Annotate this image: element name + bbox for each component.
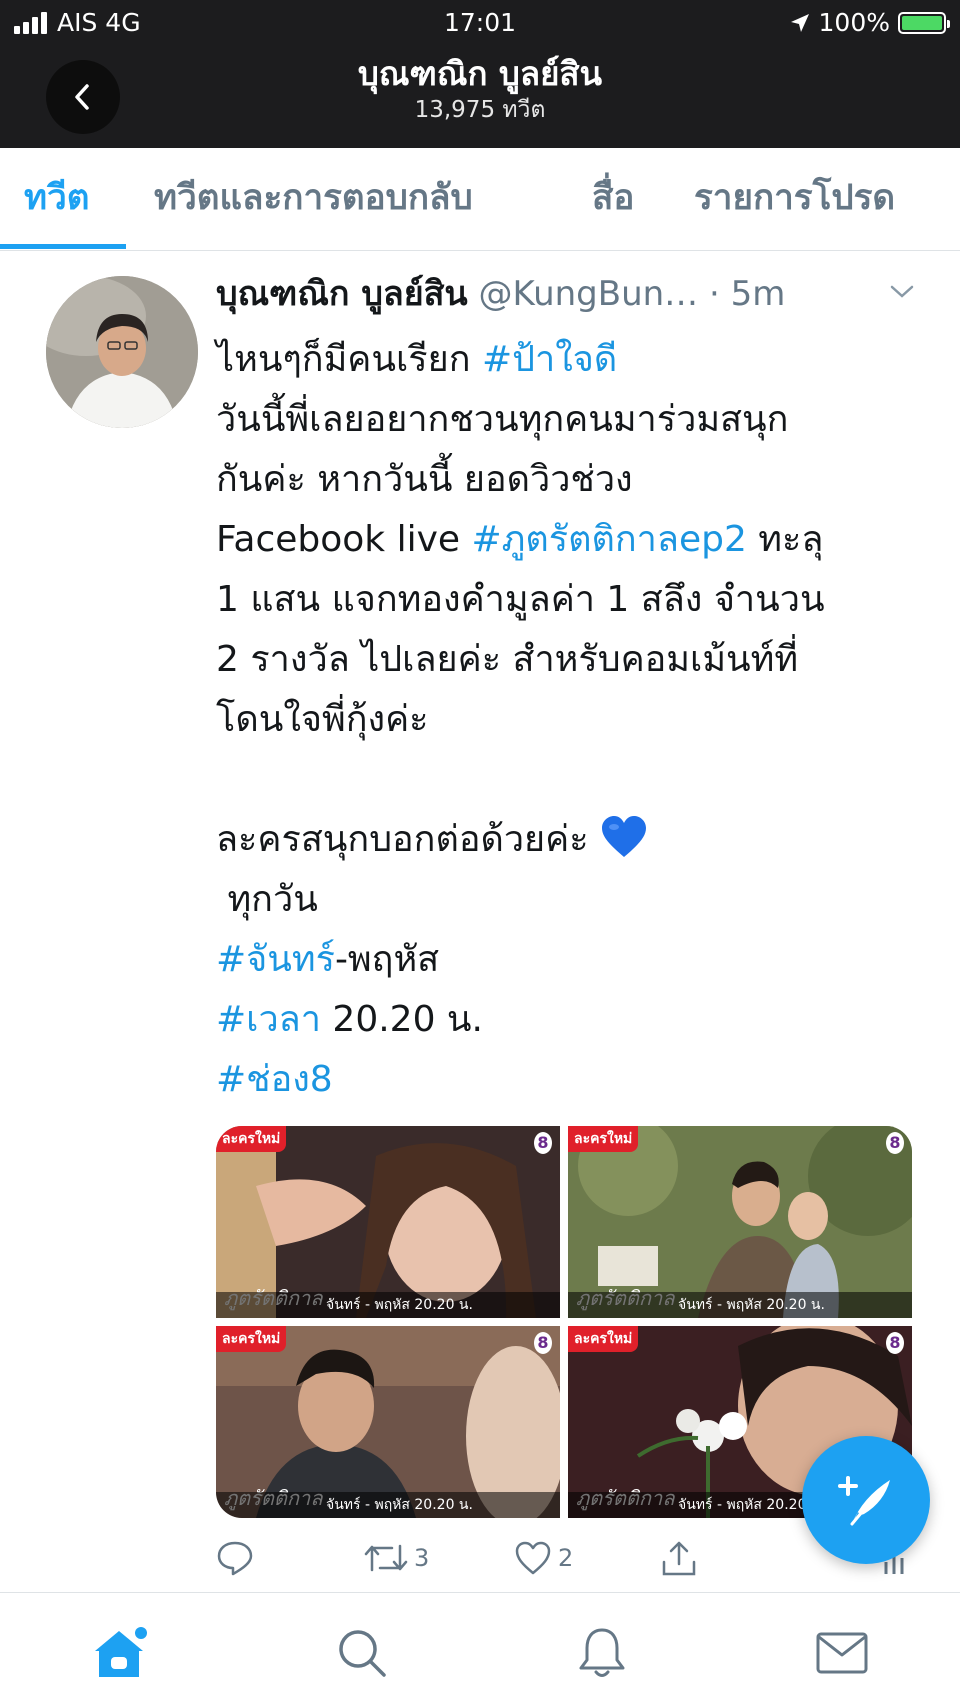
media-caption: จันทร์ - พฤหัส 20.20 น. [568, 1292, 912, 1318]
profile-tabs: ทวีต ทวีตและการตอบกลับ สื่อ รายการโปรด [0, 148, 960, 251]
media-image-2[interactable]: ละครใหม่ 8 ภูตรัตติกาล จันทร์ - พฤหัส 20… [568, 1126, 912, 1318]
location-icon [790, 13, 809, 32]
tweet-text-segment: ละครสนุกบอกต่อด้วยค่ะ [216, 819, 601, 860]
tweet-text-segment: 20.20 น. [320, 999, 483, 1040]
active-tab-indicator [0, 244, 126, 249]
media-image-3[interactable]: ละครใหม่ 8 ภูตรัตติกาล จันทร์ - พฤหัส 20… [216, 1326, 560, 1518]
tweet-author[interactable]: บุณฑณิก บูลย์สิน [216, 274, 468, 314]
media-badge: ละครใหม่ [216, 1126, 287, 1152]
tweet-line: #เวลา 20.20 น. [216, 990, 916, 1050]
avatar[interactable] [46, 276, 198, 428]
tweet-text-segment: ทะลุ [746, 519, 824, 560]
tweet-count: 13,975 ทวีต [414, 97, 546, 123]
tweet-handle[interactable]: @KungBun… [478, 274, 698, 314]
reply-icon [217, 1541, 253, 1576]
tweet-line: โดนใจพี่กุ้งค่ะ [216, 699, 429, 740]
share-button[interactable] [660, 1540, 698, 1578]
tweet-line: วันนี้พี่เลยอยากชวนทุกคนมาร่วมสนุก [216, 399, 789, 440]
tweet-text: ไหนๆก็มีคนเรียก #ป้าใจดีวันนี้พี่เลยอยาก… [216, 330, 916, 1110]
profile-header: AIS 4G 17:01 100% บุณฑณิก บูลย์สิน 13,97… [0, 0, 960, 148]
header-title-block: บุณฑณิก บูลย์สิน 13,975 ทวีต [0, 52, 960, 124]
nav-home[interactable] [90, 1623, 150, 1683]
tweet-line: ละครสนุกบอกต่อด้วยค่ะ [216, 810, 916, 870]
compose-tweet-button[interactable] [802, 1436, 930, 1564]
channel-logo: 8 [534, 1332, 552, 1354]
tab-tweets[interactable]: ทวีต [24, 148, 89, 248]
battery-percent: 100% [818, 8, 890, 37]
channel-logo: 8 [534, 1132, 552, 1154]
tab-tweets-and-replies[interactable]: ทวีตและการตอบกลับ [154, 148, 473, 248]
avatar-photo [46, 276, 198, 428]
hashtag-link[interactable]: #ภูตรัตติกาลep2 [472, 519, 747, 560]
home-icon [95, 1627, 147, 1677]
hashtag-link[interactable]: #เวลา [216, 999, 321, 1040]
tweet-line: 1 แสน แจกทองคำมูลค่า 1 สลึง จำนวน [216, 579, 825, 620]
media-badge: ละครใหม่ [568, 1126, 639, 1152]
reply-button[interactable] [216, 1540, 254, 1576]
bottom-tab-bar [0, 1592, 960, 1708]
battery-icon [898, 11, 950, 34]
like-count: 2 [558, 1544, 574, 1572]
compose-icon [838, 1476, 890, 1526]
retweet-count: 3 [414, 1544, 430, 1572]
page-title: บุณฑณิก บูลย์สิน [357, 54, 603, 93]
tweet-line: #ช่อง8 [216, 1050, 916, 1110]
status-bar: AIS 4G 17:01 100% [0, 0, 960, 46]
retweet-button[interactable]: 3 [364, 1540, 429, 1576]
tweet-text-segment: -พฤหัส [334, 939, 440, 980]
nav-search[interactable] [332, 1623, 392, 1683]
tweet-line: ทุกวัน [216, 879, 318, 920]
tweet-line: 2 รางวัล ไปเลยค่ะ สำหรับคอมเม้นท์ที่ [216, 639, 799, 680]
bell-icon [579, 1628, 625, 1677]
tweet-line: #จันทร์-พฤหัส [216, 930, 916, 990]
share-icon [662, 1541, 696, 1576]
tweet-line: ไหนๆก็มีคนเรียก #ป้าใจดี [216, 330, 916, 390]
tweet-media-grid: ละครใหม่ 8 ภูตรัตติกาล จันทร์ - พฤหัส 20… [216, 1126, 912, 1518]
tweet-header: บุณฑณิก บูลย์สิน @KungBun… · 5m [216, 270, 916, 318]
like-button[interactable]: 2 [514, 1540, 573, 1576]
channel-logo: 8 [886, 1332, 904, 1354]
heart-outline-icon [515, 1541, 551, 1575]
media-caption: จันทร์ - พฤหัส 20.20 น. [216, 1292, 560, 1318]
media-caption: จันทร์ - พฤหัส 20.20 น. [216, 1492, 560, 1518]
nav-messages[interactable] [812, 1623, 872, 1683]
tweet-text-segment: ไหนๆก็มีคนเรียก [216, 339, 482, 380]
media-image-1[interactable]: ละครใหม่ 8 ภูตรัตติกาล จันทร์ - พฤหัส 20… [216, 1126, 560, 1318]
nav-notifications[interactable] [572, 1623, 632, 1683]
tweet-time: · 5m [709, 274, 786, 314]
media-badge: ละครใหม่ [568, 1326, 639, 1352]
tweet-text-segment: Facebook live [216, 519, 472, 560]
chevron-down-icon[interactable] [888, 282, 916, 302]
tab-likes[interactable]: รายการโปรด [694, 148, 895, 248]
retweet-icon [364, 1544, 408, 1572]
tweet-line: Facebook live #ภูตรัตติกาลep2 ทะลุ [216, 510, 916, 570]
mail-icon [816, 1632, 868, 1674]
hashtag-link[interactable]: #จันทร์ [216, 939, 335, 980]
search-icon [339, 1630, 386, 1677]
hashtag-link[interactable]: #ช่อง8 [216, 1059, 333, 1100]
channel-logo: 8 [886, 1132, 904, 1154]
tab-media[interactable]: สื่อ [592, 148, 634, 248]
hashtag-link[interactable]: #ป้าใจดี [482, 339, 617, 380]
tweet-actions: 3 2 [216, 1540, 916, 1590]
blue-heart-icon [602, 816, 647, 857]
tweet-line: กันค่ะ หากวันนี้ ยอดวิวช่วง [216, 459, 633, 500]
media-badge: ละครใหม่ [216, 1326, 287, 1352]
